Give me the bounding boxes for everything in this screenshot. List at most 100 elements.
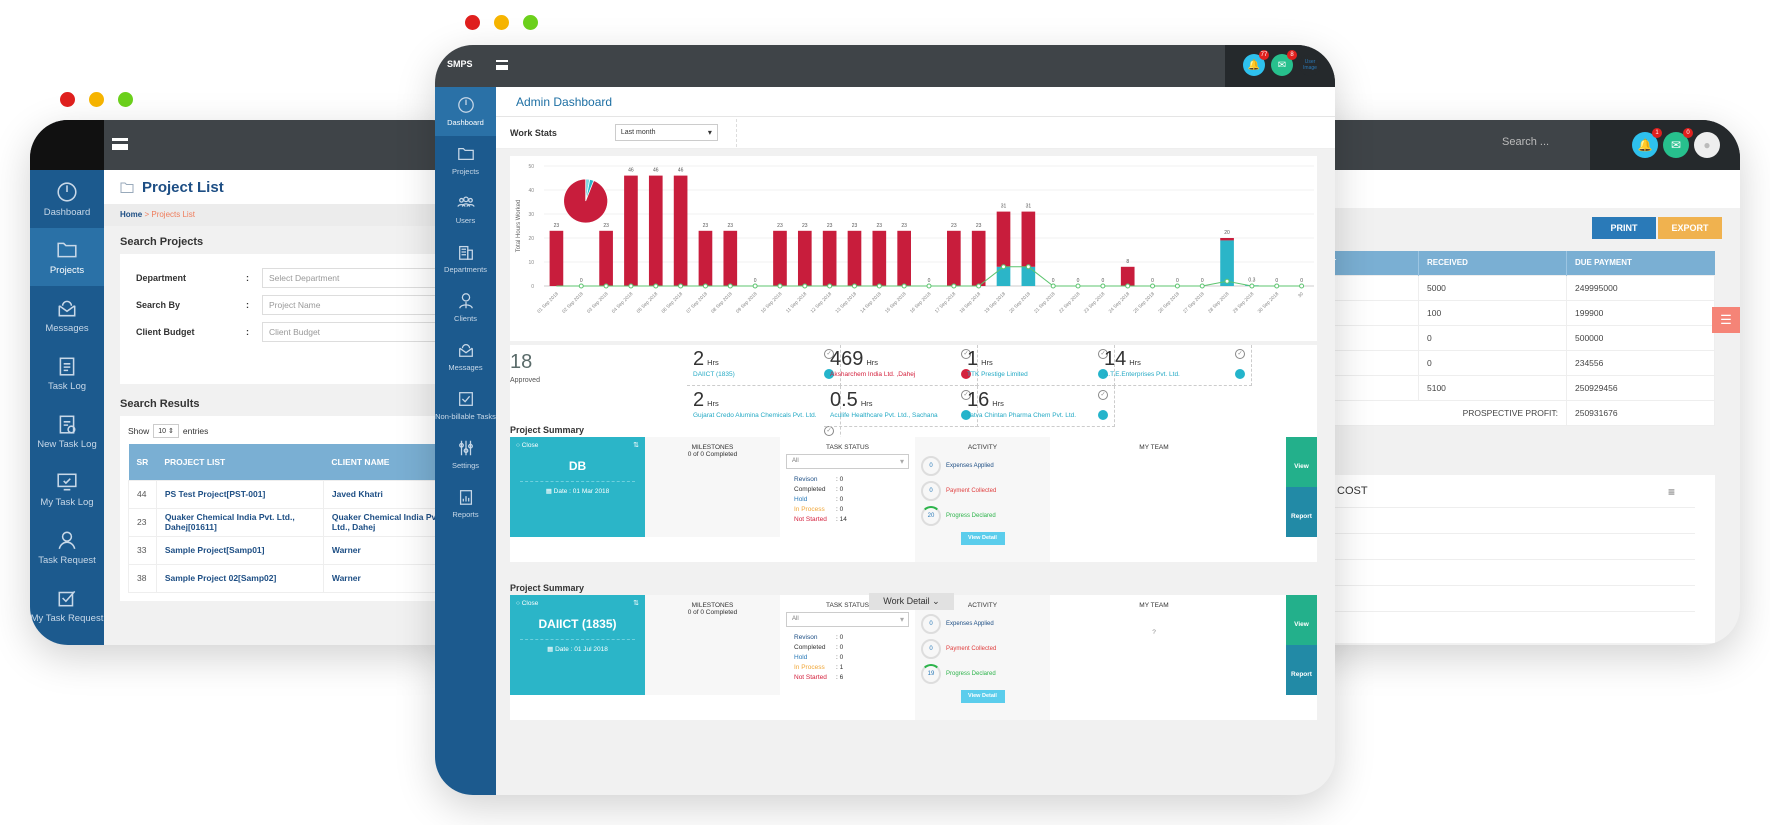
team-member-avatar[interactable]: ? (1050, 629, 1258, 636)
sidebar-item-non-billable-tasks[interactable]: Non-billable Tasks (435, 381, 496, 430)
results-box: Show 10 ⇕ entries SR PROJECT LIST CLIENT N… (120, 416, 470, 601)
print-button[interactable]: PRINT (1592, 217, 1656, 239)
client-name[interactable]: Aksharchem India Ltd. ,Dahej (830, 371, 971, 378)
sidebar-item-reports[interactable]: Reports (435, 479, 496, 528)
breadcrumb-home[interactable]: Home (120, 210, 142, 219)
report-button[interactable]: Report (1286, 645, 1317, 695)
sidebar-item-task-log[interactable]: Task Log (30, 344, 104, 402)
task-filter-select[interactable]: All (786, 454, 909, 469)
sidebar-item-users[interactable]: Users (435, 185, 496, 234)
check-circle-icon[interactable]: ✓ (824, 426, 834, 436)
sidebar-item-dashboard[interactable]: Dashboard (435, 87, 496, 136)
minimize-dot[interactable] (89, 92, 104, 107)
view-button[interactable]: View (1286, 595, 1317, 645)
project-link[interactable]: Quaker Chemical India Pvt. Ltd., Dahej[0… (155, 507, 324, 537)
line-point (752, 283, 758, 289)
column-header[interactable]: DUE PAYMENT (1566, 251, 1715, 275)
avatar[interactable]: ● (1694, 132, 1720, 158)
maximize-dot[interactable] (118, 92, 133, 107)
check-circle-icon[interactable]: ✓ (1098, 390, 1108, 400)
field-input[interactable]: Select Department (262, 267, 454, 288)
hours-card[interactable]: 1 Hrs TTK Prestige Limited ✓ (961, 345, 1115, 386)
line-point (1025, 264, 1031, 270)
mail-button[interactable]: ✉ 8 (1271, 50, 1297, 76)
table-row[interactable]: 44 PS Test Project[PST-001] Javed Khatri (128, 479, 463, 509)
task-status-label: Hold (794, 654, 808, 661)
hours-card[interactable]: 2 Hrs DAIICT (1835) ✓ (687, 345, 841, 386)
column-header[interactable]: SR (128, 444, 157, 480)
work-detail-toggle[interactable]: Work Detail ⌄ (869, 593, 954, 610)
close-toggle[interactable]: ○ Close (516, 442, 538, 449)
user-avatar[interactable]: User Image (1299, 54, 1321, 76)
bar-value-label: 46 (628, 168, 634, 174)
column-header[interactable]: RECEIVED (1418, 251, 1567, 275)
maximize-dot[interactable] (523, 15, 538, 30)
report-button[interactable]: Report (1286, 487, 1317, 537)
hours-card[interactable]: 16 Hrs Tatva Chintan Pharma Chem Pvt. Ltd.… (961, 386, 1115, 427)
close-label: Close (521, 442, 539, 449)
notification-bell-button[interactable]: 🔔 1 (1632, 128, 1662, 158)
y-tick-label: 10 (528, 260, 534, 266)
sidebar-item-projects[interactable]: Projects (30, 228, 104, 286)
field-input[interactable]: Project Name (262, 294, 454, 315)
client-name[interactable]: Tatva Chintan Pharma Chem Pvt. Ltd. (967, 412, 1108, 419)
field-input[interactable]: Client Budget (262, 321, 454, 342)
table-row[interactable]: 38 Sample Project 02[Samp02] Warner (128, 563, 463, 593)
sidebar-item-settings[interactable]: Settings (435, 430, 496, 479)
sidebar-item-task-request[interactable]: Task Request (30, 518, 104, 576)
search-input[interactable]: Search ... (1502, 136, 1549, 148)
project-link[interactable]: Sample Project 02[Samp02] (155, 563, 324, 593)
close-dot[interactable] (465, 15, 480, 30)
view-button[interactable]: View (1286, 437, 1317, 487)
entries-label: entries (182, 426, 209, 436)
menu-icon[interactable]: ≡ (1668, 485, 1675, 499)
sidebar-item-dashboard[interactable]: Dashboard (30, 170, 104, 228)
sidebar-item-my-task-request[interactable]: My Task Request (30, 576, 104, 634)
sidebar-item-label: Messages (448, 363, 483, 372)
project-link[interactable]: Sample Project[Samp01] (155, 535, 324, 565)
sidebar-item-my-task-log[interactable]: My Task Log (30, 460, 104, 518)
hamburger-icon[interactable] (496, 60, 508, 70)
sidebar-item-label: Projects (451, 167, 480, 176)
table-cell: 5000 (1418, 274, 1567, 301)
entries-select[interactable]: 10 ⇕ (153, 424, 179, 438)
close-toggle[interactable]: ○ Close (516, 600, 538, 607)
close-dot[interactable] (60, 92, 75, 107)
sidebar-item-messages[interactable]: Messages (435, 332, 496, 381)
list-toggle-button[interactable]: ☰ (1712, 307, 1740, 333)
x-tick-label: 24 Sep 2018 (1108, 291, 1132, 315)
hamburger-icon[interactable] (112, 138, 128, 150)
hours-value: 2 Hrs (693, 348, 834, 371)
client-name[interactable]: TTK Prestige Limited (967, 371, 1108, 378)
task-filter-select[interactable]: All (786, 612, 909, 627)
period-select[interactable]: Last month (614, 124, 718, 141)
project-link[interactable]: PS Test Project[PST-001] (155, 479, 324, 509)
hours-card[interactable]: 0.5 Hrs Aculife Healthcare Pvt. Ltd., Sach… (824, 386, 978, 427)
sidebar-item-label: Messages (45, 322, 89, 334)
table-row[interactable]: 33 Sample Project[Samp01] Warner (128, 535, 463, 565)
client-name[interactable]: Aculife Healthcare Pvt. Ltd., Sachana (830, 412, 971, 419)
column-header[interactable]: PROJECT LIST (156, 444, 324, 480)
line-point (578, 283, 584, 289)
view-detail-button[interactable]: View Detail (960, 690, 1005, 703)
notification-bell-button[interactable]: 🔔 77 (1243, 50, 1269, 76)
view-detail-button[interactable]: View Detail (960, 532, 1005, 545)
sidebar-item-messages[interactable]: Messages (30, 286, 104, 344)
minimize-dot[interactable] (494, 15, 509, 30)
client-name[interactable]: A.T.E.Enterprises Pvt. Ltd. (1104, 371, 1245, 378)
sort-icon[interactable]: ⇅ (633, 599, 639, 607)
x-tick-label: 26 Sep 2018 (1157, 291, 1181, 315)
sidebar-item-new-task-log[interactable]: New Task Log (30, 402, 104, 460)
sort-icon[interactable]: ⇅ (633, 441, 639, 449)
client-name[interactable]: Gujarat Credo Alumina Chemicals Pvt. Ltd… (693, 412, 834, 419)
export-button[interactable]: EXPORT (1658, 217, 1722, 239)
mail-button[interactable]: ✉ 0 (1663, 128, 1693, 158)
check-circle-icon[interactable]: ✓ (1235, 349, 1245, 359)
sidebar-item-projects[interactable]: Projects (435, 136, 496, 185)
client-name[interactable]: DAIICT (1835) (693, 371, 834, 378)
table-row[interactable]: 23 Quaker Chemical India Pvt. Ltd., Dahej… (128, 507, 463, 537)
hours-card[interactable]: 469 Hrs Aksharchem India Ltd. ,Dahej ✓ (824, 345, 978, 386)
hours-card[interactable]: 14 Hrs A.T.E.Enterprises Pvt. Ltd. ✓ (1098, 345, 1252, 386)
sidebar-item-departments[interactable]: Departments (435, 234, 496, 283)
sidebar-item-clients[interactable]: Clients (435, 283, 496, 332)
